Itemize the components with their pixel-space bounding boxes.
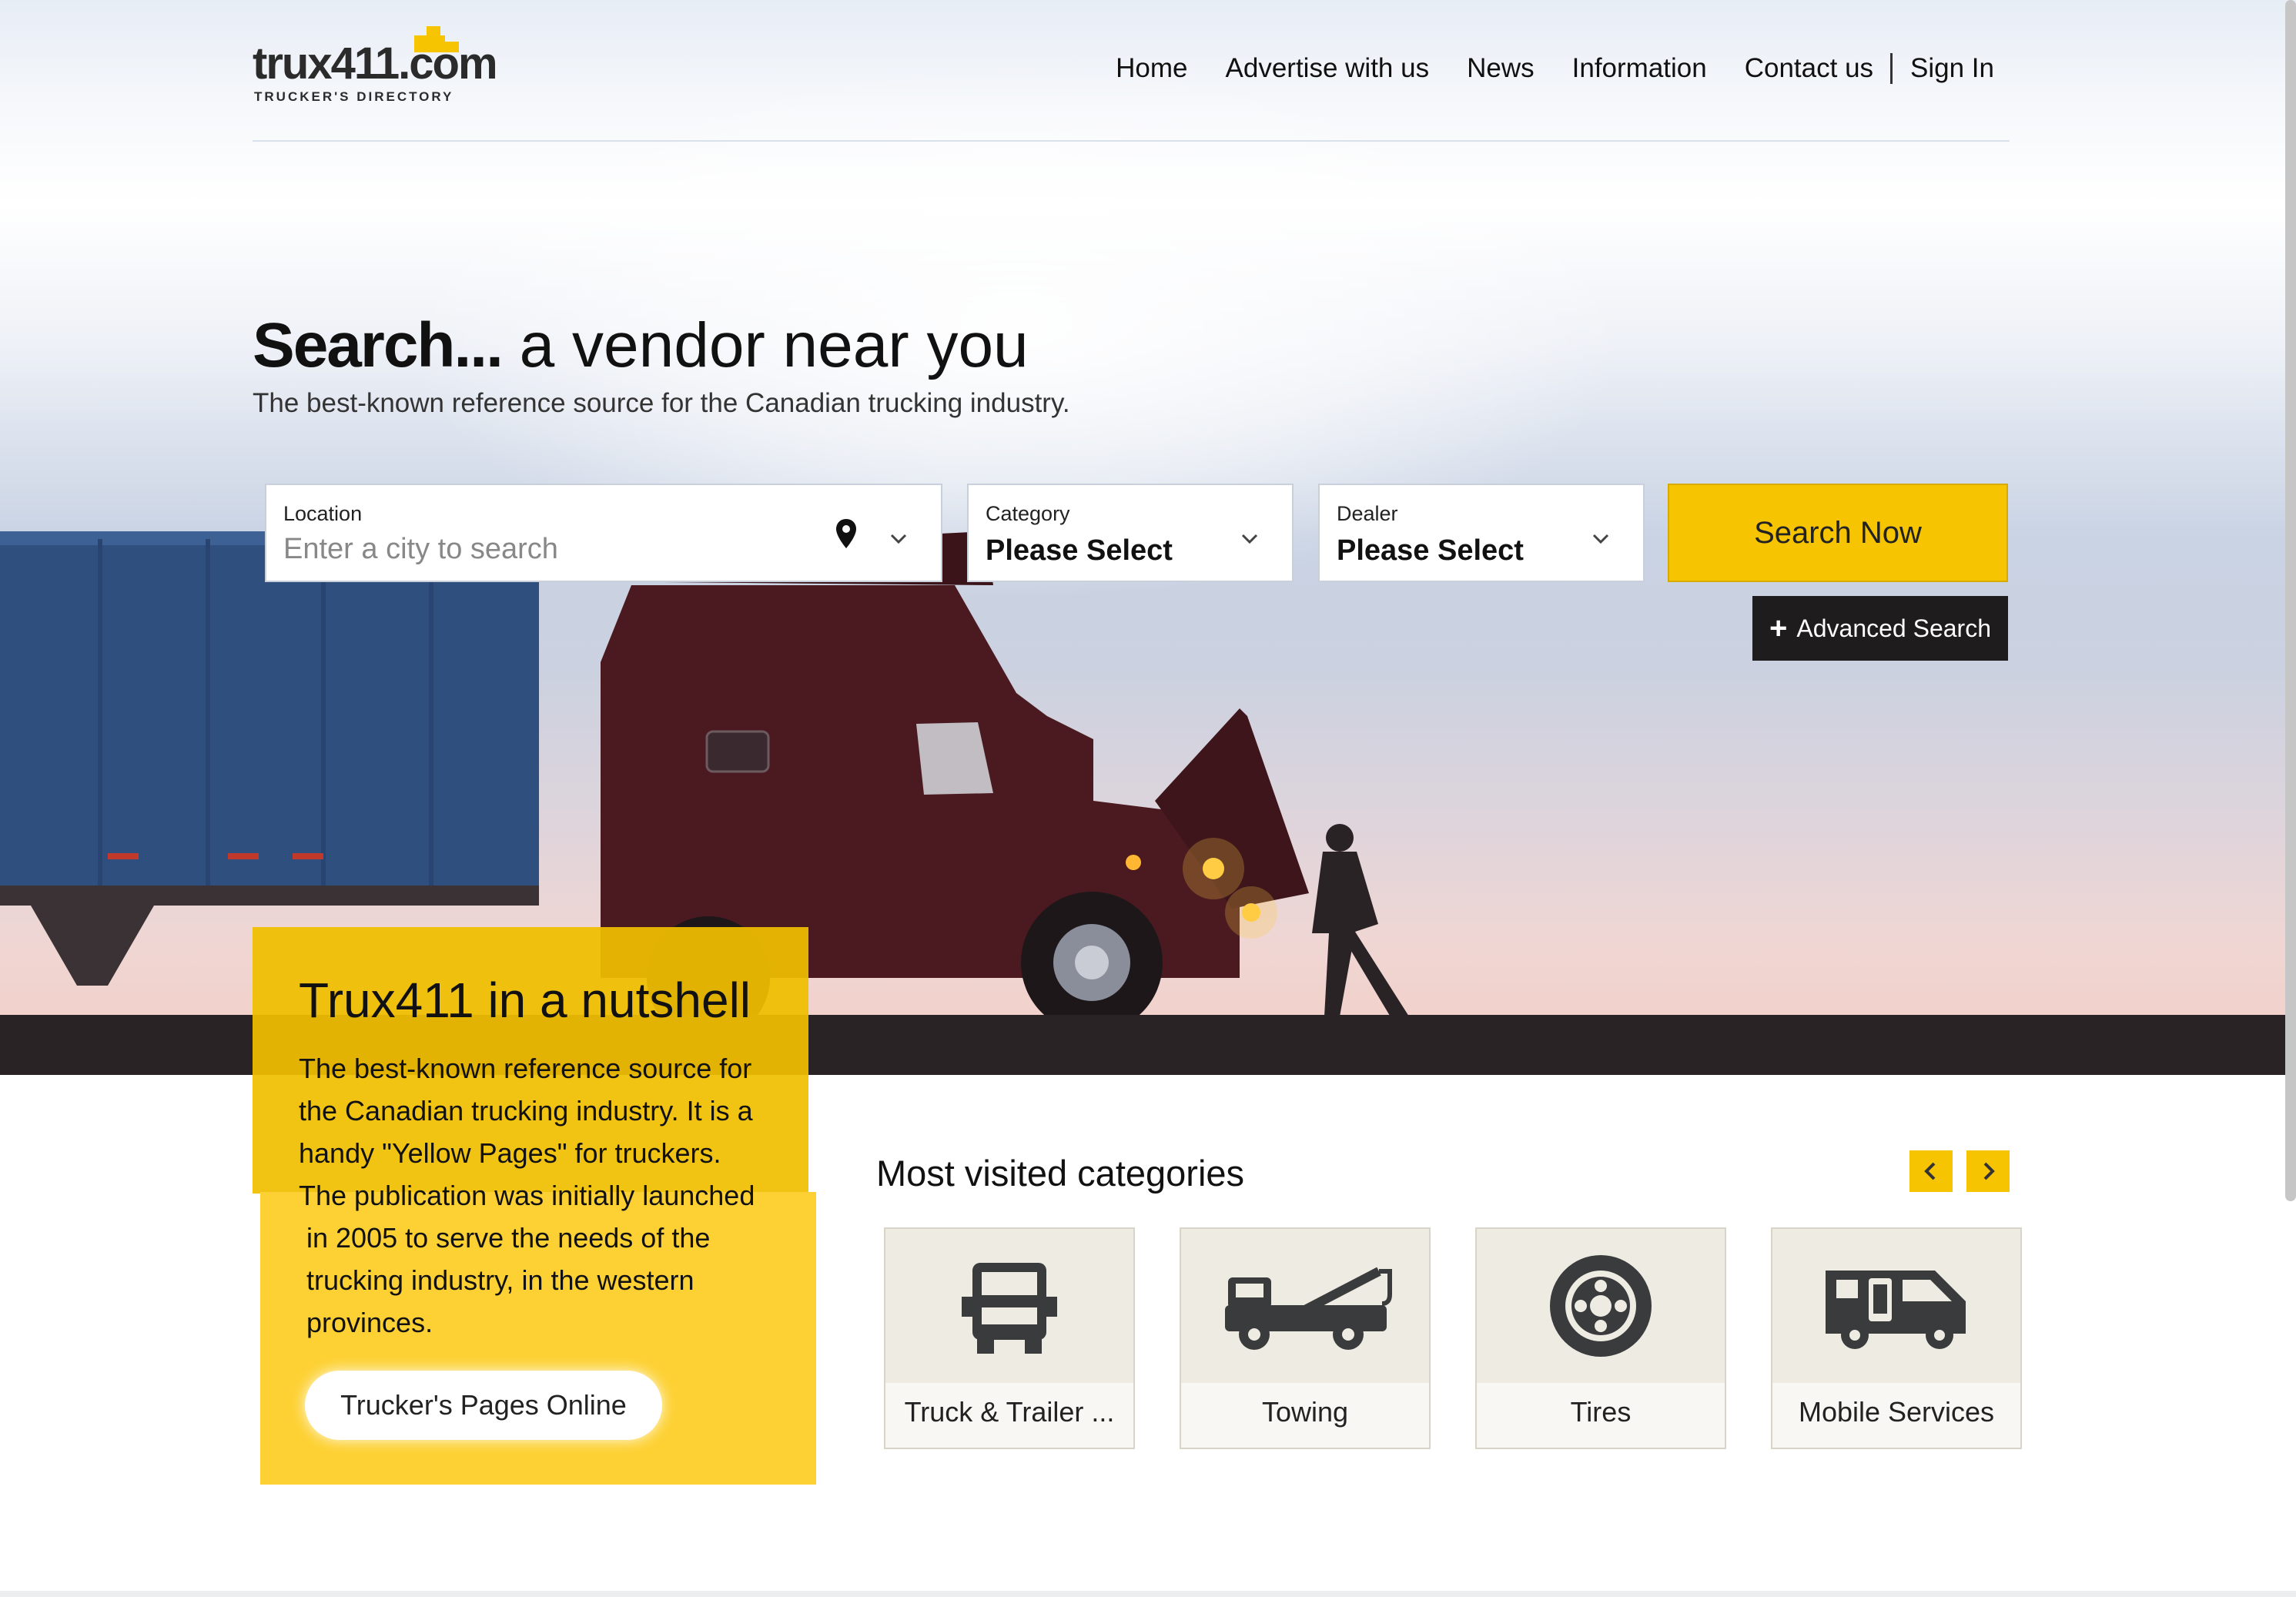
category-card-image (1181, 1229, 1429, 1383)
chevron-left-icon (1924, 1162, 1936, 1180)
nutshell-title: Trux411 in a nutshell (299, 973, 751, 1028)
headline-bold: Search... (253, 310, 504, 380)
location-label: Location (283, 502, 363, 525)
search-now-button[interactable]: Search Now (1668, 484, 2008, 582)
location-pin-icon[interactable] (835, 517, 858, 550)
category-value: Please Select (986, 534, 1173, 567)
location-field[interactable]: Location (265, 484, 942, 582)
tow-truck-icon (1225, 1267, 1392, 1350)
truckers-pages-online-button[interactable]: Trucker's Pages Online (305, 1371, 662, 1440)
category-card-mobile-services[interactable]: Mobile Services (1771, 1227, 2022, 1449)
tire-icon (1550, 1255, 1652, 1357)
hero-headline: Search... a vendor near you (253, 310, 1029, 380)
category-card-image (1772, 1229, 2020, 1383)
category-card-truck-trailer[interactable]: Truck & Trailer ... (884, 1227, 1135, 1449)
nutshell-line: The best-known reference source for (299, 1053, 752, 1084)
nutshell-line: handy "Yellow Pages" for truckers. (299, 1137, 721, 1169)
page-scrollbar[interactable] (2285, 0, 2296, 1201)
category-card-image (1477, 1229, 1725, 1383)
dealer-value: Please Select (1337, 534, 1524, 567)
logo-wordmark: trux411.com (253, 39, 498, 89)
site-logo[interactable]: trux411.com TRUCKER'S DIRECTORY (253, 23, 498, 108)
chevron-right-icon (1983, 1162, 1995, 1180)
nutshell-line: trucking industry, in the western (306, 1264, 694, 1296)
location-input[interactable] (283, 533, 822, 566)
nutshell-line: The publication was initially launched (299, 1180, 755, 1211)
category-label: Category (986, 502, 1070, 525)
nutshell-line: the Canadian trucking industry. It is a (299, 1095, 753, 1127)
categories-title: Most visited categories (876, 1153, 1245, 1194)
category-card-towing[interactable]: Towing (1180, 1227, 1431, 1449)
advanced-search-button[interactable]: + Advanced Search (1752, 596, 2008, 661)
hero-subheadline: The best-known reference source for the … (253, 388, 1070, 418)
category-card-label: Tires (1570, 1396, 1632, 1428)
nav-advertise[interactable]: Advertise with us (1226, 53, 1430, 84)
header-divider (253, 140, 2010, 142)
advanced-search-label: Advanced Search (1796, 614, 1991, 642)
nav-separator (1890, 53, 1893, 84)
nav-contact[interactable]: Contact us (1745, 53, 1873, 84)
category-card-label: Mobile Services (1798, 1396, 1995, 1428)
category-card-label: Towing (1261, 1396, 1349, 1428)
nav-sign-in[interactable]: Sign In (1910, 53, 1994, 84)
category-card-image (885, 1229, 1133, 1383)
nav-information[interactable]: Information (1572, 53, 1707, 84)
nav-home[interactable]: Home (1116, 53, 1187, 84)
nutshell-line: in 2005 to serve the needs of the (306, 1222, 711, 1254)
mobile-service-van-icon (1826, 1271, 1966, 1349)
nutshell-text: The best-known reference source for the … (299, 1047, 792, 1344)
category-card-tires[interactable]: Tires (1475, 1227, 1726, 1449)
site-header: trux411.com TRUCKER'S DIRECTORY Home Adv… (0, 0, 2296, 140)
categories-next-button[interactable] (1966, 1150, 2010, 1192)
logo-tagline: TRUCKER'S DIRECTORY (254, 89, 454, 104)
headline-light: a vendor near you (501, 310, 1029, 380)
category-select[interactable]: Category Please Select (967, 484, 1294, 582)
dealer-label: Dealer (1337, 502, 1398, 525)
footer-divider (0, 1591, 2296, 1597)
category-chevron-down-icon (1241, 534, 1258, 544)
nav-news[interactable]: News (1467, 53, 1535, 84)
location-chevron-down-icon[interactable] (889, 528, 909, 548)
plus-icon: + (1769, 611, 1788, 645)
nutshell-line: provinces. (306, 1307, 433, 1338)
truck-front-icon (962, 1263, 1057, 1354)
category-card-label: Truck & Trailer ... (904, 1396, 1115, 1428)
main-nav: Home Advertise with us News Information … (1078, 49, 1994, 88)
dealer-chevron-down-icon (1592, 534, 1609, 544)
categories-prev-button[interactable] (1909, 1150, 1953, 1192)
dealer-select[interactable]: Dealer Please Select (1318, 484, 1645, 582)
